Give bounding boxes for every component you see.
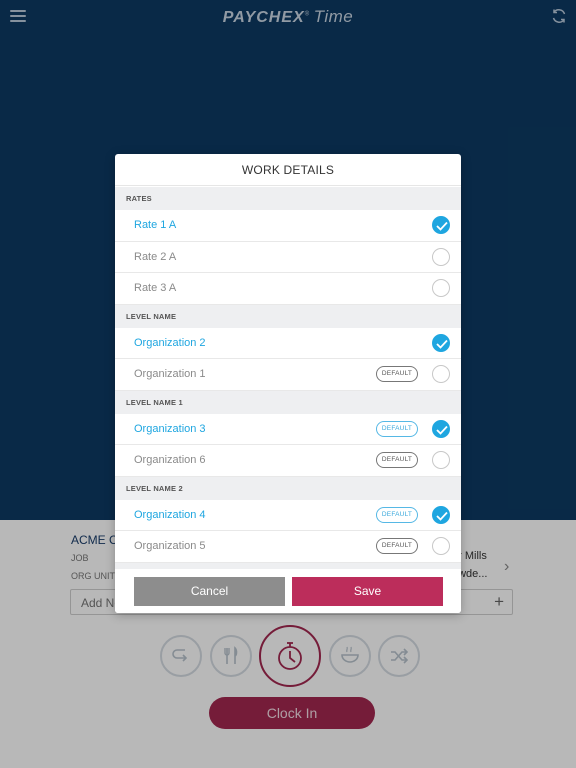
checkmark-icon[interactable] — [432, 333, 450, 352]
option-label: Organization 6 — [134, 454, 206, 466]
option-row[interactable]: Organization 3 DEFAULT — [115, 414, 461, 445]
option-label: Organization 3 — [134, 422, 206, 435]
radio-circle-icon[interactable] — [432, 537, 450, 555]
option-row[interactable]: Organization 1 DEFAULT — [115, 359, 461, 391]
option-row[interactable]: Organization 6 DEFAULT — [115, 445, 461, 477]
option-label: Rate 3 A — [134, 282, 177, 294]
section-heading: LEVEL NAME — [115, 304, 461, 328]
option-row[interactable]: Organization 4 DEFAULT — [115, 500, 461, 531]
dialog-title: WORK DETAILS — [115, 154, 461, 186]
option-label: Organization 2 — [134, 336, 206, 349]
radio-circle-icon[interactable] — [432, 247, 450, 266]
radio-circle-icon[interactable] — [432, 451, 450, 469]
checkmark-icon[interactable] — [432, 216, 450, 234]
work-details-list[interactable]: RATES Rate 1 A Rate 2 A Rate 3 A LEVEL NAME O… — [115, 187, 461, 569]
option-row[interactable]: Rate 3 A — [115, 273, 461, 305]
option-row[interactable]: Organization 5 DEFAULT — [115, 531, 461, 563]
option-label: Organization 1 — [134, 368, 206, 380]
default-badge: DEFAULT — [376, 506, 418, 523]
option-label: Organization 4 — [134, 508, 206, 521]
section-heading: LEVEL NAME 1 — [115, 390, 461, 414]
save-button[interactable]: Save — [292, 577, 443, 606]
radio-circle-icon[interactable] — [432, 279, 450, 297]
option-row[interactable]: Rate 1 A — [115, 210, 461, 242]
work-details-dialog: WORK DETAILS RATES Rate 1 A Rate 2 A Rate 3… — [115, 154, 461, 613]
default-badge: DEFAULT — [376, 538, 418, 554]
option-label: Rate 2 A — [134, 250, 177, 263]
cancel-button[interactable]: Cancel — [134, 577, 285, 606]
section-heading: RATES — [115, 187, 461, 210]
checkmark-icon[interactable] — [432, 419, 450, 438]
default-badge: DEFAULT — [376, 366, 418, 382]
option-label: Rate 1 A — [134, 219, 177, 231]
option-row[interactable]: Rate 2 A — [115, 242, 461, 273]
section-heading: LEVEL NAME 2 — [115, 476, 461, 500]
radio-circle-icon[interactable] — [432, 365, 450, 383]
default-badge: DEFAULT — [376, 420, 418, 437]
dialog-footer: Cancel Save — [115, 569, 461, 613]
default-badge: DEFAULT — [376, 452, 418, 468]
checkmark-icon[interactable] — [432, 505, 450, 524]
option-row[interactable]: Organization 2 — [115, 328, 461, 359]
option-label: Organization 5 — [134, 540, 206, 552]
